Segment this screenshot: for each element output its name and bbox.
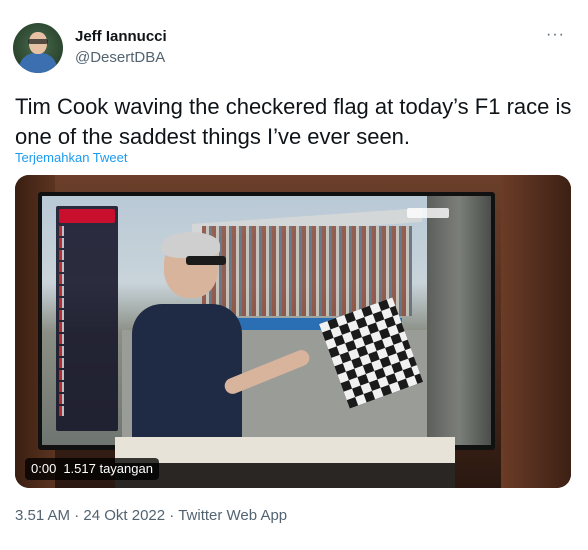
leaderboard-row [59, 298, 115, 308]
avatar-shirt [19, 53, 57, 73]
timestamp-separator: · [165, 507, 179, 524]
translate-tweet-link[interactable]: Terjemahkan Tweet [15, 150, 128, 165]
avatar[interactable] [13, 23, 63, 73]
timestamp-separator: · [70, 507, 84, 524]
video-info-badge: 0:00 1.517 tayangan [25, 458, 159, 480]
video-time: 0:00 [31, 461, 57, 476]
more-horizontal-icon[interactable]: ··· [546, 26, 565, 44]
person-hair [162, 232, 220, 258]
video-tv-stand [115, 437, 455, 463]
video-cabinet [115, 463, 455, 488]
author-handle[interactable]: @DesertDBA [75, 49, 165, 66]
video-tv-frame [38, 192, 495, 450]
tweet-timestamp: 3.51 AM · 24 Okt 2022 · Twitter Web App [15, 507, 287, 524]
leaderboard-row [59, 250, 115, 260]
tweet-time[interactable]: 3.51 AM [15, 507, 70, 524]
video-pole [427, 196, 491, 445]
video-leaderboard-overlay [56, 206, 118, 431]
video-views: 1.517 tayangan [63, 461, 153, 476]
f1-logo-icon [59, 209, 115, 223]
espn-logo-icon [407, 208, 449, 218]
avatar-glasses [28, 39, 48, 44]
leaderboard-row [59, 310, 115, 320]
video-tv-screen [42, 196, 491, 445]
leaderboard-row [59, 370, 115, 380]
video-person [132, 232, 312, 445]
leaderboard-row [59, 274, 115, 284]
person-sunglasses [186, 256, 226, 265]
leaderboard-row [59, 382, 115, 392]
leaderboard-row [59, 334, 115, 344]
video-room-wall-right [501, 175, 571, 488]
tweet-date[interactable]: 24 Okt 2022 [83, 507, 165, 524]
leaderboard-row [59, 322, 115, 332]
video-player[interactable]: 0:00 1.517 tayangan [15, 175, 571, 488]
leaderboard-row [59, 406, 115, 416]
leaderboard-row [59, 286, 115, 296]
tweet-text: Tim Cook waving the checkered flag at to… [15, 94, 572, 149]
tweet-source: Twitter Web App [178, 507, 288, 524]
leaderboard-row [59, 346, 115, 356]
person-body [132, 304, 242, 445]
author-name[interactable]: Jeff Iannucci [75, 28, 167, 45]
leaderboard-row [59, 226, 115, 236]
leaderboard-row [59, 238, 115, 248]
leaderboard-row [59, 358, 115, 368]
leaderboard-row [59, 394, 115, 404]
leaderboard-row [59, 262, 115, 272]
